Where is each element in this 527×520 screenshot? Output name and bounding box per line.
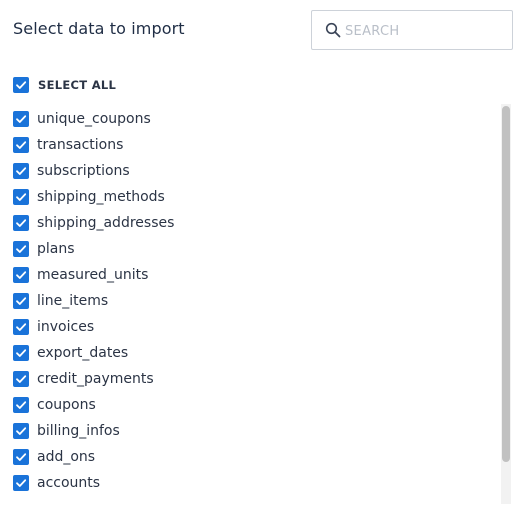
- item-label: accounts: [37, 475, 101, 491]
- list-item[interactable]: line_items: [13, 287, 503, 313]
- item-label: export_dates: [37, 345, 129, 361]
- check-icon: [16, 323, 27, 331]
- item-checkbox[interactable]: [13, 371, 29, 387]
- search-input[interactable]: [345, 20, 505, 42]
- item-checkbox[interactable]: [13, 189, 29, 205]
- check-icon: [16, 219, 27, 227]
- item-checkbox[interactable]: [13, 267, 29, 283]
- search-box[interactable]: [311, 10, 513, 50]
- item-label: shipping_methods: [37, 189, 165, 205]
- check-icon: [16, 427, 27, 435]
- data-list: unique_coupons transactions subscription…: [13, 105, 503, 503]
- check-icon: [16, 297, 27, 305]
- dialog-title: Select data to import: [13, 19, 185, 38]
- item-label: shipping_addresses: [37, 215, 175, 231]
- select-all-checkbox[interactable]: [13, 77, 29, 93]
- item-checkbox[interactable]: [13, 397, 29, 413]
- list-item[interactable]: add_ons: [13, 443, 503, 469]
- check-icon: [16, 375, 27, 383]
- list-item[interactable]: plans: [13, 235, 503, 261]
- list-item[interactable]: accounts: [13, 469, 503, 495]
- item-checkbox[interactable]: [13, 475, 29, 491]
- check-icon: [16, 453, 27, 461]
- search-icon: [325, 22, 341, 38]
- item-checkbox[interactable]: [13, 163, 29, 179]
- check-icon: [16, 193, 27, 201]
- list-scrollbar[interactable]: [501, 104, 511, 504]
- item-label: line_items: [37, 293, 109, 309]
- list-item[interactable]: shipping_methods: [13, 183, 503, 209]
- check-icon: [16, 401, 27, 409]
- list-item[interactable]: billing_infos: [13, 417, 503, 443]
- check-icon: [16, 245, 27, 253]
- item-checkbox[interactable]: [13, 319, 29, 335]
- scrollbar-thumb[interactable]: [502, 106, 510, 462]
- item-label: measured_units: [37, 267, 149, 283]
- check-icon: [16, 349, 27, 357]
- item-checkbox[interactable]: [13, 111, 29, 127]
- list-item[interactable]: unique_coupons: [13, 105, 503, 131]
- list-item[interactable]: measured_units: [13, 261, 503, 287]
- item-label: transactions: [37, 137, 124, 153]
- select-all-row[interactable]: SELECT ALL: [13, 77, 116, 93]
- check-icon: [16, 81, 27, 89]
- check-icon: [16, 271, 27, 279]
- list-item[interactable]: invoices: [13, 313, 503, 339]
- list-item[interactable]: transactions: [13, 131, 503, 157]
- check-icon: [16, 115, 27, 123]
- item-label: add_ons: [37, 449, 96, 465]
- check-icon: [16, 479, 27, 487]
- list-item[interactable]: credit_payments: [13, 365, 503, 391]
- list-item[interactable]: export_dates: [13, 339, 503, 365]
- item-checkbox[interactable]: [13, 449, 29, 465]
- item-label: plans: [37, 241, 75, 257]
- item-checkbox[interactable]: [13, 345, 29, 361]
- list-item[interactable]: subscriptions: [13, 157, 503, 183]
- check-icon: [16, 141, 27, 149]
- item-checkbox[interactable]: [13, 137, 29, 153]
- item-checkbox[interactable]: [13, 293, 29, 309]
- item-checkbox[interactable]: [13, 423, 29, 439]
- item-label: credit_payments: [37, 371, 154, 387]
- item-label: invoices: [37, 319, 95, 335]
- item-label: billing_infos: [37, 423, 120, 439]
- item-label: subscriptions: [37, 163, 130, 179]
- list-item[interactable]: shipping_addresses: [13, 209, 503, 235]
- item-checkbox[interactable]: [13, 241, 29, 257]
- item-label: coupons: [37, 397, 96, 413]
- item-label: unique_coupons: [37, 111, 151, 127]
- select-all-label: SELECT ALL: [38, 78, 117, 92]
- check-icon: [16, 167, 27, 175]
- item-checkbox[interactable]: [13, 215, 29, 231]
- list-item[interactable]: coupons: [13, 391, 503, 417]
